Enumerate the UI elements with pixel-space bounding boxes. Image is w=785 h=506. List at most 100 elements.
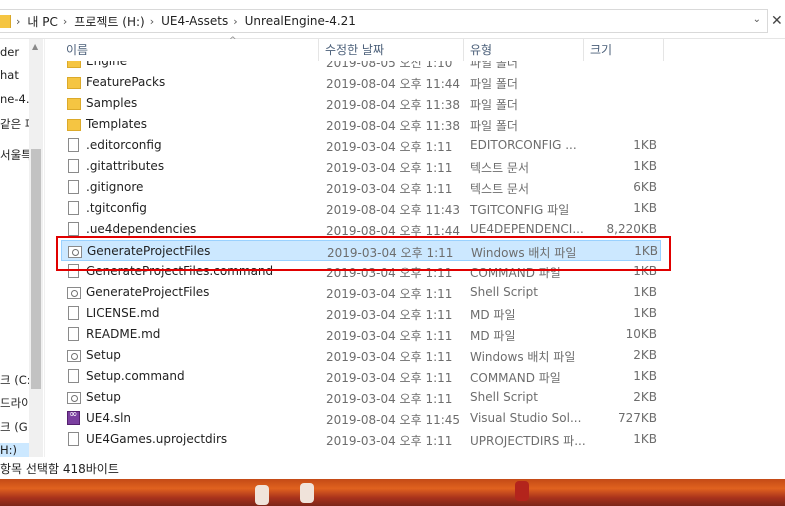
file-date: 2019-03-04 오후 1:11	[326, 182, 453, 196]
file-row[interactable]: LICENSE.md 2019-03-04 오후 1:11 MD 파일 1KB	[61, 303, 661, 324]
nav-item[interactable]: der	[0, 45, 19, 59]
column-size[interactable]: 크기	[590, 39, 612, 61]
file-date: 2019-08-04 오후 11:38	[326, 119, 461, 133]
sort-up-icon: ^	[229, 36, 237, 46]
file-icon	[68, 201, 79, 215]
file-date: 2019-03-04 오후 1:11	[326, 392, 453, 406]
file-date: 2019-08-04 오후 11:38	[326, 98, 461, 112]
nav-item[interactable]: 서울특	[0, 147, 32, 163]
breadcrumb-drive-h[interactable]: 프로젝트 (H:)	[74, 13, 144, 30]
folder-icon	[0, 14, 11, 28]
file-icon	[68, 138, 79, 152]
navigation-pane: H:) 크 (G:) 드라이 크 (C:) 서울특 같은 파 ne-4. hat der ▲	[0, 39, 45, 457]
nav-scrollbar-thumb[interactable]	[31, 149, 41, 389]
file-row[interactable]: UE4.sln 2019-08-04 오후 11:45 Visual Studio …	[61, 408, 661, 429]
file-row[interactable]: GenerateProjectFiles 2019-03-04 오후 1:11 Sh…	[61, 282, 661, 303]
file-type: 파일 폴더	[470, 61, 518, 70]
folder-icon	[67, 77, 81, 89]
file-row[interactable]: README.md 2019-03-04 오후 1:11 MD 파일 10KB	[61, 324, 661, 345]
column-date[interactable]: 수정한 날짜	[325, 39, 384, 61]
column-divider[interactable]	[318, 39, 319, 61]
scroll-up-icon[interactable]: ▲	[32, 42, 38, 51]
chevron-down-icon[interactable]: ⌄	[753, 14, 761, 25]
file-type: TGITCONFIG 파일	[470, 203, 570, 217]
file-type: Shell Script	[470, 390, 538, 404]
breadcrumb-this-pc[interactable]: 내 PC	[27, 13, 57, 30]
close-icon[interactable]: ✕	[771, 13, 783, 29]
file-name: .gitattributes	[86, 159, 165, 173]
file-type: Shell Script	[470, 285, 538, 299]
file-name: README.md	[86, 327, 161, 341]
file-row[interactable]: Engine 2019-08-05 오전 1:10 파일 폴더	[61, 61, 661, 72]
file-date: 2019-03-04 오후 1:11	[326, 287, 453, 301]
nav-item[interactable]: H:)	[0, 443, 30, 457]
file-name: Samples	[86, 96, 138, 110]
file-size: 6KB	[633, 180, 657, 194]
shell-script-icon	[67, 392, 81, 404]
file-name: .gitignore	[86, 180, 144, 194]
nav-item[interactable]: 드라이	[0, 395, 32, 411]
file-name: UE4.sln	[86, 411, 132, 425]
chevron-right-icon[interactable]: ›	[150, 15, 154, 28]
address-breadcrumb[interactable]: › 내 PC › 프로젝트 (H:) › UE4-Assets › Unreal…	[0, 9, 768, 33]
file-row[interactable]: UE4Games.uprojectdirs 2019-03-04 오후 1:11 U…	[61, 429, 661, 450]
file-type: 파일 폴더	[470, 119, 518, 133]
file-date: 2019-08-04 오후 11:45	[326, 413, 461, 427]
file-row[interactable]: .gitignore 2019-03-04 오후 1:11 텍스트 문서 6KB	[61, 177, 661, 198]
file-size: 2KB	[633, 390, 657, 404]
breadcrumb-ue4-assets[interactable]: UE4-Assets	[161, 14, 228, 28]
text-file-icon	[68, 159, 79, 173]
file-name: LICENSE.md	[86, 306, 160, 320]
file-name: .editorconfig	[86, 138, 162, 152]
nav-scrollbar[interactable]: ▲	[29, 39, 43, 457]
chevron-right-icon[interactable]: ›	[233, 15, 237, 28]
file-size: 8,220KB	[606, 222, 657, 236]
folder-icon	[67, 98, 81, 110]
chevron-right-icon[interactable]: ›	[63, 15, 67, 28]
desktop-background	[0, 479, 785, 506]
file-row[interactable]: FeaturePacks 2019-08-04 오후 11:44 파일 폴더	[61, 72, 661, 93]
file-type: 파일 폴더	[470, 98, 518, 112]
file-row[interactable]: .gitattributes 2019-03-04 오후 1:11 텍스트 문서 1K…	[61, 156, 661, 177]
file-row[interactable]: .editorconfig 2019-03-04 오후 1:11 EDITORCON…	[61, 135, 661, 156]
file-icon	[68, 327, 79, 341]
file-size: 2KB	[633, 348, 657, 362]
column-type[interactable]: 유형	[470, 39, 492, 61]
column-divider[interactable]	[663, 39, 664, 61]
red-highlight-box	[56, 236, 671, 271]
file-row[interactable]: Setup 2019-03-04 오후 1:11 Shell Script 2KB	[61, 387, 661, 408]
column-divider[interactable]	[583, 39, 584, 61]
file-date: 2019-03-04 오후 1:11	[326, 140, 453, 154]
file-row[interactable]: Setup 2019-03-04 오후 1:11 Windows 배치 파일 2KB	[61, 345, 661, 366]
file-row[interactable]: Templates 2019-08-04 오후 11:38 파일 폴더	[61, 114, 661, 135]
file-row[interactable]: Setup.command 2019-03-04 오후 1:11 COMMAND 파…	[61, 366, 661, 387]
nav-item[interactable]: hat	[0, 68, 19, 82]
file-date: 2019-08-04 오후 11:44	[326, 77, 461, 91]
column-divider[interactable]	[463, 39, 464, 61]
column-name[interactable]: 이름	[66, 39, 88, 61]
file-name: UE4Games.uprojectdirs	[86, 432, 228, 446]
status-bar: 항목 선택함 418바이트	[0, 457, 785, 479]
file-name: .tgitconfig	[86, 201, 147, 215]
file-name: Setup	[86, 348, 121, 362]
file-row[interactable]: Samples 2019-08-04 오후 11:38 파일 폴더	[61, 93, 661, 114]
breadcrumb-unrealengine[interactable]: UnrealEngine-4.21	[245, 14, 356, 28]
file-type: UE4DEPENDENCI...	[470, 222, 584, 236]
file-type: MD 파일	[470, 329, 516, 343]
file-icon	[68, 432, 79, 446]
status-text: 항목 선택함 418바이트	[0, 462, 119, 476]
file-date: 2019-03-04 오후 1:11	[326, 434, 453, 448]
file-date: 2019-08-05 오전 1:10	[326, 61, 453, 70]
file-size: 1KB	[633, 432, 657, 446]
file-icon	[68, 369, 79, 383]
nav-item[interactable]: ne-4.	[0, 92, 30, 106]
file-size: 1KB	[633, 138, 657, 152]
file-date: 2019-03-04 오후 1:11	[326, 161, 453, 175]
file-row[interactable]: .tgitconfig 2019-08-04 오후 11:43 TGITCONFIG…	[61, 198, 661, 219]
folder-icon	[67, 119, 81, 131]
file-size: 1KB	[633, 306, 657, 320]
file-size: 10KB	[625, 327, 657, 341]
visual-studio-solution-icon	[67, 409, 80, 425]
address-bar: › 내 PC › 프로젝트 (H:) › UE4-Assets › Unreal…	[0, 0, 785, 39]
wallpaper-figure	[300, 483, 314, 503]
